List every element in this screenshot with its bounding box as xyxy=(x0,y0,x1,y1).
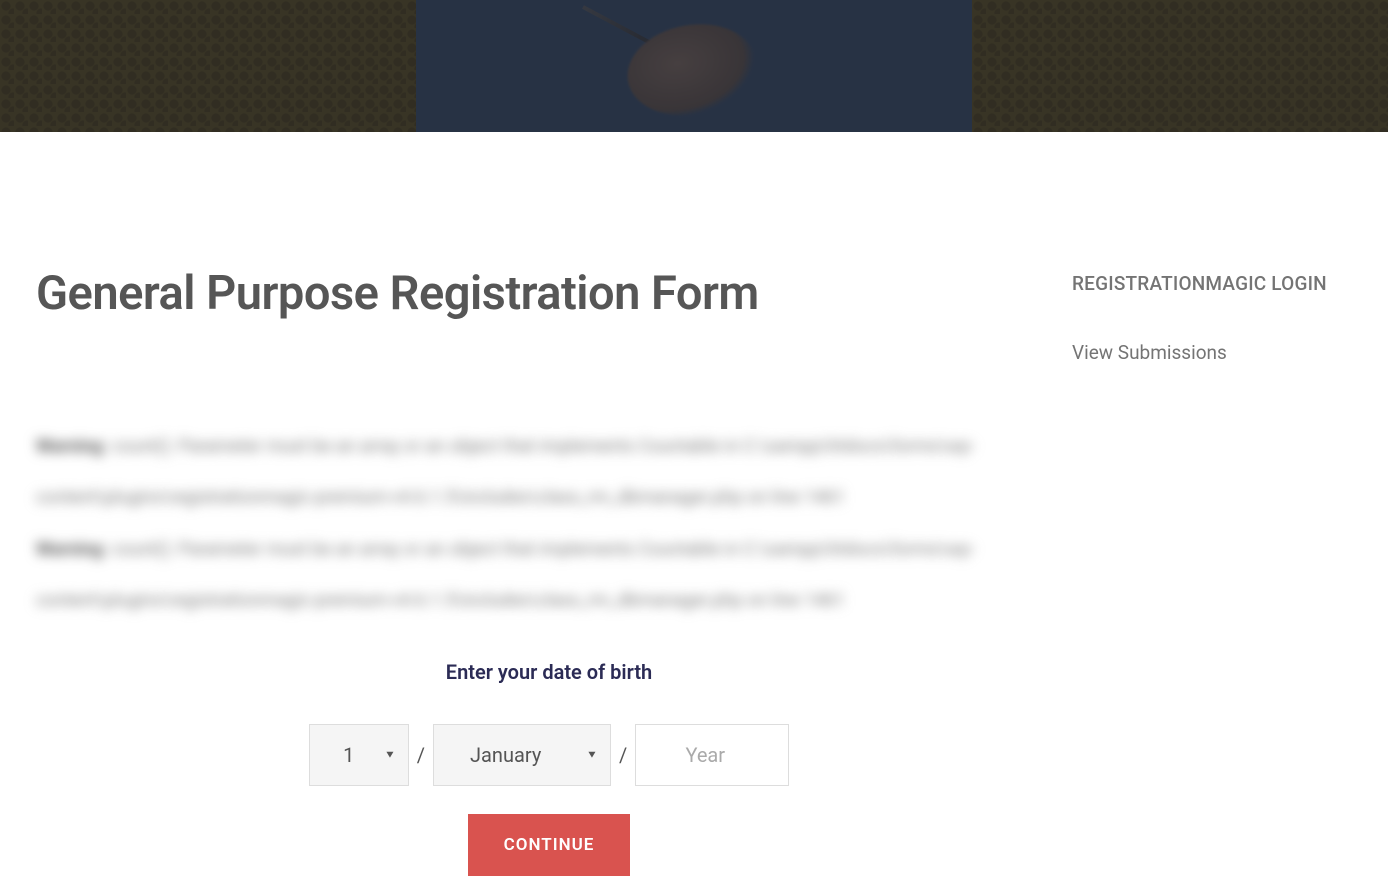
dob-section: Enter your date of birth 1 / January / C xyxy=(36,660,1062,876)
main-column: General Purpose Registration Form Warnin… xyxy=(36,132,1062,876)
page-title: General Purpose Registration Form xyxy=(36,267,1062,321)
day-select[interactable]: 1 xyxy=(309,724,409,786)
warning-prefix: Warning xyxy=(36,436,103,457)
warning-line: Warning: count(): Parameter must be an a… xyxy=(36,524,1062,627)
warning-line: Warning: count(): Parameter must be an a… xyxy=(36,421,1062,524)
day-select-wrap: 1 xyxy=(309,724,409,786)
separator: / xyxy=(415,743,427,767)
month-select[interactable]: January xyxy=(433,724,611,786)
view-submissions-link[interactable]: View Submissions xyxy=(1072,341,1227,364)
warning-prefix: Warning xyxy=(36,539,103,560)
warning-message: : count(): Parameter must be an array or… xyxy=(36,436,975,508)
hero-banner xyxy=(0,0,1388,132)
hero-overlay xyxy=(0,0,1388,132)
dob-inputs: 1 / January / xyxy=(309,724,790,786)
warning-message: : count(): Parameter must be an array or… xyxy=(36,539,975,611)
month-select-wrap: January xyxy=(433,724,611,786)
continue-button[interactable]: CONTINUE xyxy=(468,814,631,876)
separator: / xyxy=(617,743,629,767)
php-warnings: Warning: count(): Parameter must be an a… xyxy=(36,421,1062,626)
year-input[interactable] xyxy=(635,724,789,786)
sidebar: REGISTRATIONMAGIC LOGIN View Submissions xyxy=(1062,132,1352,364)
sidebar-heading: REGISTRATIONMAGIC LOGIN xyxy=(1072,272,1352,295)
dob-label: Enter your date of birth xyxy=(36,660,1062,684)
